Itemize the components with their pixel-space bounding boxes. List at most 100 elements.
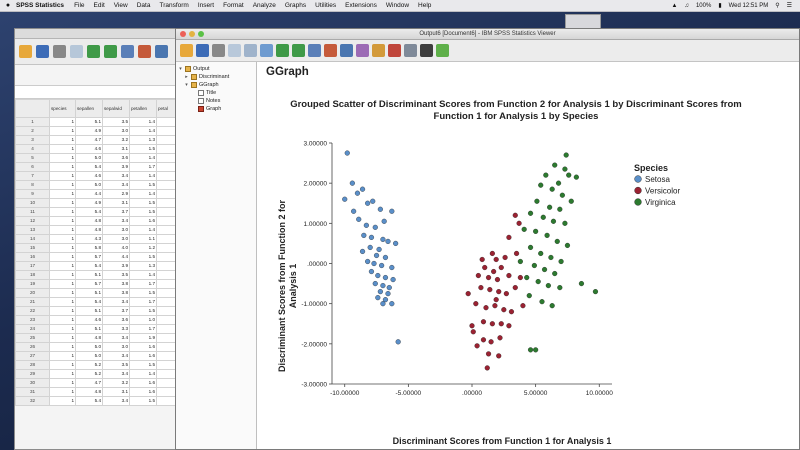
data-cell[interactable]: 3.4: [102, 396, 130, 406]
data-cell[interactable]: 5.4: [75, 162, 103, 172]
data-cell[interactable]: 1.4: [129, 126, 157, 136]
insert-heading-icon[interactable]: [372, 44, 385, 57]
goto-variable-icon[interactable]: [138, 45, 151, 58]
data-cell[interactable]: 3.5: [102, 360, 130, 370]
data-cell[interactable]: 1: [49, 369, 76, 379]
column-header[interactable]: sepalwid: [102, 99, 130, 118]
data-cell[interactable]: 1: [49, 270, 76, 280]
table-row[interactable]: 18 1 5.1 3.5 1.4: [15, 270, 183, 280]
data-cell[interactable]: 3.2: [102, 135, 130, 145]
table-row[interactable]: 28 1 5.2 3.5 1.5: [15, 360, 183, 370]
row-number[interactable]: 24: [15, 324, 50, 334]
table-row[interactable]: 14 1 4.3 3.0 1.1: [15, 234, 183, 244]
table-row[interactable]: 24 1 5.1 3.3 1.7: [15, 324, 183, 334]
menu-insert[interactable]: Insert: [198, 2, 214, 9]
data-cell[interactable]: 1: [49, 234, 76, 244]
open-folder-icon[interactable]: [19, 45, 32, 58]
battery-icon[interactable]: ▮: [718, 2, 721, 9]
data-cell[interactable]: 4.9: [75, 198, 103, 208]
data-editor-titlebar[interactable]: [15, 29, 183, 39]
data-cell[interactable]: 1.5: [129, 180, 157, 190]
data-cell[interactable]: 3.5: [102, 117, 130, 127]
tree-node-title[interactable]: Title: [176, 89, 256, 97]
table-row[interactable]: 15 1 5.8 4.0 1.2: [15, 243, 183, 253]
redo-icon[interactable]: [104, 45, 117, 58]
insert-text-icon[interactable]: [404, 44, 417, 57]
column-header[interactable]: sepallen: [75, 99, 103, 118]
data-cell[interactable]: 5.0: [75, 342, 103, 352]
row-number[interactable]: 29: [15, 369, 50, 379]
data-cell[interactable]: 4.6: [75, 315, 103, 325]
row-number[interactable]: 26: [15, 342, 50, 352]
row-number[interactable]: 8: [15, 180, 50, 190]
row-number[interactable]: 30: [15, 378, 50, 388]
volume-icon[interactable]: ♫: [684, 3, 689, 9]
data-cell[interactable]: 1.6: [129, 351, 157, 361]
data-cell[interactable]: 3.7: [102, 306, 130, 316]
data-cell[interactable]: 5.2: [75, 369, 103, 379]
data-cell[interactable]: 4.0: [102, 243, 130, 253]
row-number[interactable]: 23: [15, 315, 50, 325]
data-cell[interactable]: 3.9: [102, 261, 130, 271]
data-cell[interactable]: 1: [49, 225, 76, 235]
row-number[interactable]: 4: [15, 144, 50, 154]
menu-view[interactable]: View: [114, 2, 128, 9]
data-cell[interactable]: 1.4: [129, 225, 157, 235]
data-cell[interactable]: 3.4: [102, 180, 130, 190]
data-cell[interactable]: 1.9: [129, 333, 157, 343]
data-cell[interactable]: 1: [49, 387, 76, 397]
data-cell[interactable]: 1: [49, 333, 76, 343]
data-cell[interactable]: 1: [49, 198, 76, 208]
table-row[interactable]: 7 1 4.6 3.4 1.4: [15, 171, 183, 181]
goto-case-icon[interactable]: [324, 44, 337, 57]
data-cell[interactable]: 1.4: [129, 369, 157, 379]
zoom-window-icon[interactable]: [198, 31, 204, 37]
tree-node-graph[interactable]: Graph: [176, 105, 256, 113]
data-cell[interactable]: 1.7: [129, 297, 157, 307]
data-cell[interactable]: 4.6: [75, 144, 103, 154]
undo-icon[interactable]: [87, 45, 100, 58]
data-cell[interactable]: 1.5: [129, 396, 157, 406]
table-row[interactable]: 9 1 4.4 2.9 1.4: [15, 189, 183, 199]
data-cell[interactable]: 5.0: [75, 351, 103, 361]
data-cell[interactable]: 1.1: [129, 234, 157, 244]
tree-node-output[interactable]: ▾ Output: [176, 65, 256, 73]
data-cell[interactable]: 1.7: [129, 324, 157, 334]
data-cell[interactable]: 1: [49, 261, 76, 271]
data-cell[interactable]: 1: [49, 252, 76, 262]
table-row[interactable]: 27 1 5.0 3.4 1.6: [15, 351, 183, 361]
dialog-recall-icon[interactable]: [260, 44, 273, 57]
save-icon[interactable]: [36, 45, 49, 58]
table-row[interactable]: 29 1 5.2 3.4 1.4: [15, 369, 183, 379]
close-window-icon[interactable]: [180, 31, 186, 37]
data-cell[interactable]: 3.4: [102, 297, 130, 307]
data-cell[interactable]: 3.4: [102, 369, 130, 379]
table-row[interactable]: 4 1 4.6 3.1 1.5: [15, 144, 183, 154]
table-row[interactable]: 1 1 5.1 3.5 1.4: [15, 117, 183, 127]
insert-title-icon[interactable]: [388, 44, 401, 57]
data-cell[interactable]: 3.5: [102, 270, 130, 280]
data-cell[interactable]: 1.3: [129, 261, 157, 271]
row-number[interactable]: 18: [15, 270, 50, 280]
tree-node-notes[interactable]: Notes: [176, 97, 256, 105]
data-cell[interactable]: 3.1: [102, 198, 130, 208]
data-cell[interactable]: 5.1: [75, 270, 103, 280]
print-icon[interactable]: [212, 44, 225, 57]
column-header[interactable]: petallen: [129, 99, 157, 118]
data-cell[interactable]: 1.6: [129, 387, 157, 397]
table-row[interactable]: 32 1 5.4 3.4 1.5: [15, 396, 183, 406]
data-cell[interactable]: 1.6: [129, 378, 157, 388]
battery-percent[interactable]: 100%: [696, 3, 711, 9]
table-row[interactable]: 12 1 4.8 3.4 1.6: [15, 216, 183, 226]
table-row[interactable]: 22 1 5.1 3.7 1.5: [15, 306, 183, 316]
save-icon[interactable]: [196, 44, 209, 57]
data-cell[interactable]: 1.5: [129, 207, 157, 217]
row-number[interactable]: 22: [15, 306, 50, 316]
data-cell[interactable]: 3.4: [102, 351, 130, 361]
row-number[interactable]: 16: [15, 252, 50, 262]
export-icon[interactable]: [244, 44, 257, 57]
search-icon[interactable]: ⚲: [775, 2, 779, 9]
collapse-arrow-icon[interactable]: ▸: [184, 74, 189, 80]
data-cell[interactable]: 5.1: [75, 288, 103, 298]
data-cell[interactable]: 1.5: [129, 144, 157, 154]
